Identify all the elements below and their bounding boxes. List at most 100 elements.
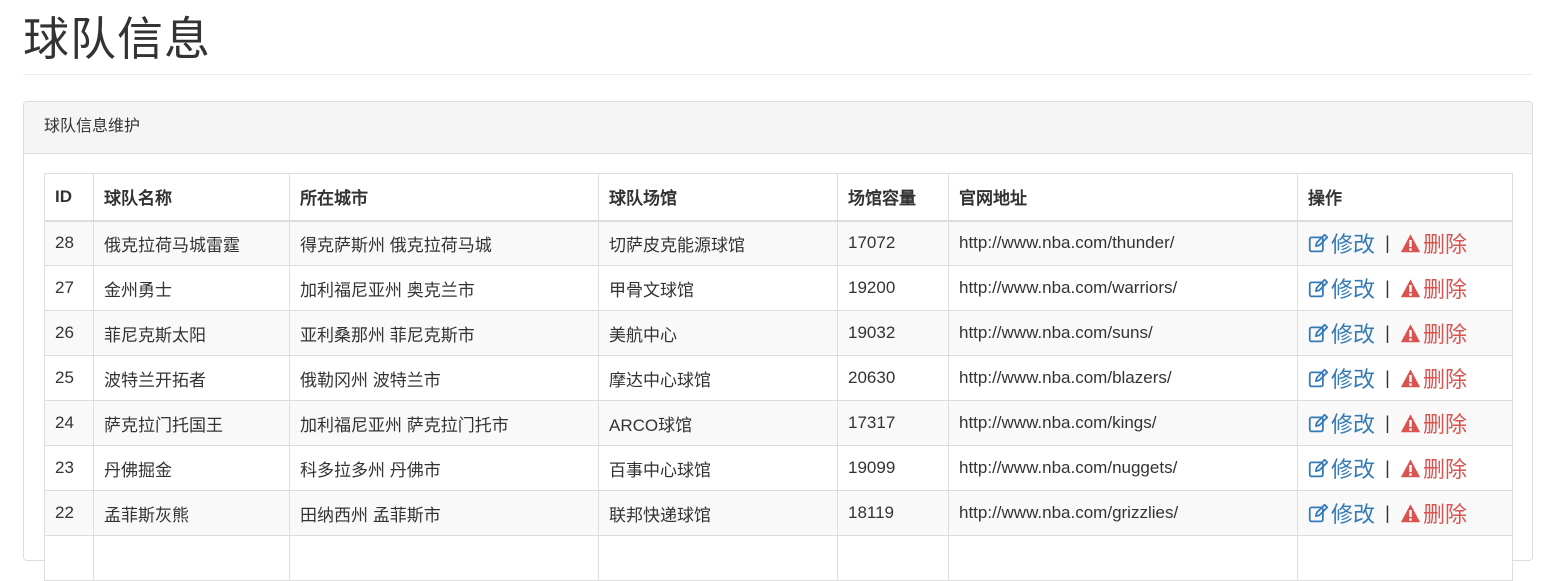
edit-button[interactable]: 修改 [1308, 362, 1375, 394]
cell-id: 28 [44, 220, 94, 266]
warning-icon [1400, 278, 1421, 297]
cell-website: http://www.nba.com/blazers/ [948, 355, 1298, 401]
table-row [44, 535, 1513, 581]
cell-actions: 修改 | 删除 [1297, 490, 1513, 536]
edit-button[interactable]: 修改 [1308, 227, 1375, 259]
edit-label: 修改 [1331, 232, 1376, 258]
cell-website: http://www.nba.com/nuggets/ [948, 445, 1298, 491]
cell-capacity: 19099 [837, 445, 949, 491]
delete-label: 删除 [1422, 277, 1467, 302]
cell-website [948, 535, 1298, 581]
warning-icon [1400, 368, 1421, 387]
cell-capacity: 18119 [837, 490, 949, 536]
cell-capacity: 17317 [837, 400, 949, 446]
team-panel: 球队信息维护 ID 球队名称 所在城市 球队场馆 场馆容量 官网地址 操作 28… [23, 101, 1533, 581]
cell-city [289, 535, 599, 581]
cell-city: 田纳西州 孟菲斯市 [289, 490, 599, 536]
warning-icon [1400, 503, 1421, 522]
table-row: 26 菲尼克斯太阳 亚利桑那州 菲尼克斯市 美航中心 19032 http://… [44, 310, 1513, 356]
cell-team-name: 萨克拉门托国王 [93, 400, 290, 446]
edit-button[interactable]: 修改 [1308, 452, 1375, 484]
cell-capacity: 17072 [837, 220, 949, 266]
table-row: 28 俄克拉荷马城雷霆 得克萨斯州 俄克拉荷马城 切萨皮克能源球馆 17072 … [44, 220, 1513, 266]
cell-actions: 修改 | 删除 [1297, 445, 1513, 491]
panel-body: ID 球队名称 所在城市 球队场馆 场馆容量 官网地址 操作 28 俄克拉荷马城… [24, 154, 1532, 581]
page-header: 球队信息 [23, 0, 1533, 75]
delete-button[interactable]: 删除 [1400, 407, 1467, 439]
cell-team-name: 金州勇士 [93, 265, 290, 311]
edit-icon [1308, 323, 1329, 342]
cell-capacity [837, 535, 949, 581]
action-separator: | [1385, 322, 1390, 343]
page-title: 球队信息 [23, 13, 211, 65]
header-actions: 操作 [1297, 173, 1513, 222]
cell-id: 26 [44, 310, 94, 356]
cell-team-name: 菲尼克斯太阳 [93, 310, 290, 356]
header-city: 所在城市 [289, 173, 599, 222]
delete-button[interactable]: 删除 [1400, 452, 1467, 484]
edit-icon [1308, 368, 1329, 387]
cell-id: 25 [44, 355, 94, 401]
delete-button[interactable]: 删除 [1400, 497, 1467, 529]
cell-team-name: 孟菲斯灰熊 [93, 490, 290, 536]
delete-button[interactable]: 删除 [1400, 362, 1467, 394]
cell-city: 加利福尼亚州 萨克拉门托市 [289, 400, 599, 446]
cell-website: http://www.nba.com/warriors/ [948, 265, 1298, 311]
cell-arena: 百事中心球馆 [598, 445, 838, 491]
cell-website: http://www.nba.com/thunder/ [948, 220, 1298, 266]
warning-icon [1400, 234, 1421, 252]
cell-arena: ARCO球馆 [598, 400, 838, 446]
edit-button[interactable]: 修改 [1308, 317, 1375, 349]
delete-button[interactable]: 删除 [1400, 227, 1467, 259]
cell-city: 俄勒冈州 波特兰市 [289, 355, 599, 401]
edit-icon [1308, 413, 1329, 432]
action-separator: | [1385, 367, 1390, 388]
cell-team-name [93, 535, 290, 581]
delete-label: 删除 [1422, 502, 1467, 527]
edit-icon [1308, 503, 1329, 522]
cell-team-name: 波特兰开拓者 [93, 355, 290, 401]
warning-icon [1400, 413, 1421, 432]
edit-button[interactable]: 修改 [1308, 272, 1375, 304]
cell-actions [1297, 535, 1513, 581]
delete-label: 删除 [1422, 232, 1467, 258]
delete-button[interactable]: 删除 [1400, 272, 1467, 304]
cell-id: 22 [44, 490, 94, 536]
table-row: 27 金州勇士 加利福尼亚州 奥克兰市 甲骨文球馆 19200 http://w… [44, 265, 1513, 311]
table-body: 28 俄克拉荷马城雷霆 得克萨斯州 俄克拉荷马城 切萨皮克能源球馆 17072 … [44, 220, 1513, 581]
delete-button[interactable]: 删除 [1400, 317, 1467, 349]
edit-icon [1308, 278, 1329, 297]
warning-icon [1400, 458, 1421, 477]
edit-label: 修改 [1331, 502, 1376, 527]
table-row: 24 萨克拉门托国王 加利福尼亚州 萨克拉门托市 ARCO球馆 17317 ht… [44, 400, 1513, 446]
action-separator: | [1385, 232, 1390, 253]
cell-capacity: 20630 [837, 355, 949, 401]
edit-button[interactable]: 修改 [1308, 497, 1375, 529]
cell-arena: 摩达中心球馆 [598, 355, 838, 401]
action-separator: | [1385, 457, 1390, 478]
edit-icon [1308, 233, 1329, 252]
header-id: ID [44, 173, 94, 222]
cell-id: 23 [44, 445, 94, 491]
delete-label: 删除 [1422, 412, 1467, 437]
cell-capacity: 19032 [837, 310, 949, 356]
header-capacity: 场馆容量 [837, 173, 949, 222]
header-team-name: 球队名称 [93, 173, 290, 222]
edit-label: 修改 [1331, 277, 1376, 302]
cell-arena: 甲骨文球馆 [598, 265, 838, 311]
edit-button[interactable]: 修改 [1308, 407, 1375, 439]
action-separator: | [1385, 412, 1390, 433]
edit-icon [1308, 458, 1329, 477]
cell-city: 得克萨斯州 俄克拉荷马城 [289, 220, 599, 266]
edit-label: 修改 [1331, 457, 1376, 482]
cell-actions: 修改 | 删除 [1297, 265, 1513, 311]
warning-icon [1400, 323, 1421, 342]
teams-table: ID 球队名称 所在城市 球队场馆 场馆容量 官网地址 操作 28 俄克拉荷马城… [44, 173, 1513, 581]
table-row: 22 孟菲斯灰熊 田纳西州 孟菲斯市 联邦快递球馆 18119 http://w… [44, 490, 1513, 536]
table-row: 23 丹佛掘金 科多拉多州 丹佛市 百事中心球馆 19099 http://ww… [44, 445, 1513, 491]
cell-website: http://www.nba.com/grizzlies/ [948, 490, 1298, 536]
cell-city: 亚利桑那州 菲尼克斯市 [289, 310, 599, 356]
cell-capacity: 19200 [837, 265, 949, 311]
edit-label: 修改 [1331, 322, 1376, 347]
table-row: 25 波特兰开拓者 俄勒冈州 波特兰市 摩达中心球馆 20630 http://… [44, 355, 1513, 401]
